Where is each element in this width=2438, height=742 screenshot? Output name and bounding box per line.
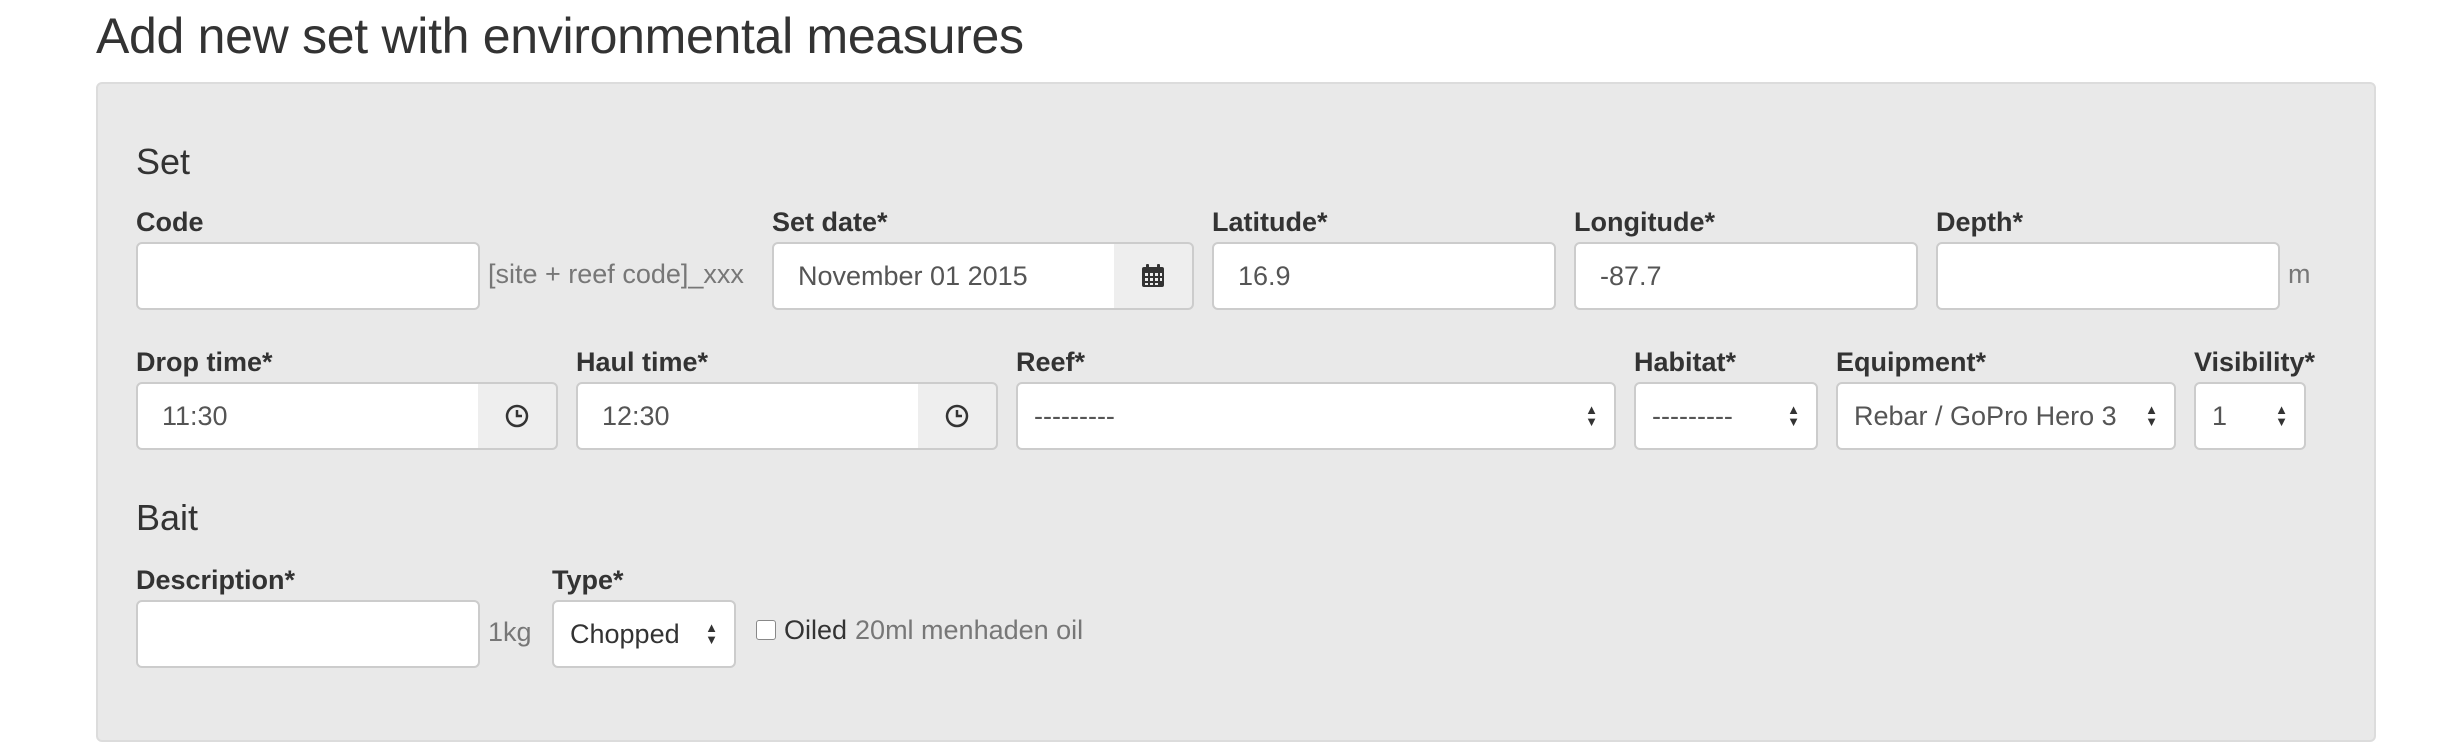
drop-time-label: Drop time*	[136, 347, 273, 377]
equipment-selected-value: Rebar / GoPro Hero 3	[1854, 400, 2117, 431]
latitude-label: Latitude*	[1212, 207, 1328, 237]
oiled-help-text: 20ml menhaden oil	[855, 615, 1084, 645]
visibility-select[interactable]: 1 ▲ ▼	[2194, 382, 2306, 450]
equipment-select[interactable]: Rebar / GoPro Hero 3 ▲ ▼	[1836, 382, 2176, 450]
page-title: Add new set with environmental measures	[96, 8, 1024, 64]
haul-time-picker-button[interactable]	[918, 382, 998, 450]
clock-icon	[505, 404, 529, 428]
select-arrows-icon: ▲ ▼	[1585, 402, 1598, 429]
code-input[interactable]	[136, 242, 480, 310]
drop-time-input[interactable]: 11:30	[136, 382, 480, 450]
clock-icon	[945, 404, 969, 428]
set-date-input[interactable]: November 01 2015	[772, 242, 1116, 310]
reef-label: Reef*	[1016, 347, 1086, 377]
type-label: Type*	[552, 565, 624, 595]
set-date-label: Set date*	[772, 207, 888, 237]
select-arrows-icon: ▲ ▼	[2275, 402, 2288, 429]
code-help-text: [site + reef code]_xxx	[488, 259, 744, 289]
habitat-selected-value: ---------	[1652, 400, 1733, 431]
select-arrows-icon: ▲ ▼	[705, 620, 718, 647]
oiled-checkbox[interactable]	[756, 620, 776, 640]
description-unit: 1kg	[488, 617, 532, 647]
oiled-checkbox-group[interactable]: Oiled 20ml menhaden oil	[756, 614, 1083, 646]
haul-time-input[interactable]: 12:30	[576, 382, 920, 450]
code-label: Code	[136, 207, 204, 237]
reef-select[interactable]: --------- ▲ ▼	[1016, 382, 1616, 450]
depth-input[interactable]	[1936, 242, 2280, 310]
select-arrows-icon: ▲ ▼	[2145, 402, 2158, 429]
latitude-input[interactable]: 16.9	[1212, 242, 1556, 310]
longitude-input[interactable]: -87.7	[1574, 242, 1918, 310]
visibility-label: Visibility*	[2194, 347, 2316, 377]
type-select[interactable]: Chopped ▲ ▼	[552, 600, 736, 668]
equipment-label: Equipment*	[1836, 347, 1987, 377]
habitat-select[interactable]: --------- ▲ ▼	[1634, 382, 1818, 450]
select-arrows-icon: ▲ ▼	[1787, 402, 1800, 429]
description-label: Description*	[136, 565, 296, 595]
type-selected-value: Chopped	[570, 618, 680, 649]
set-section-heading: Set	[136, 141, 191, 182]
reef-selected-value: ---------	[1034, 400, 1115, 431]
depth-label: Depth*	[1936, 207, 2023, 237]
depth-unit: m	[2288, 259, 2311, 289]
haul-time-label: Haul time*	[576, 347, 709, 377]
habitat-label: Habitat*	[1634, 347, 1737, 377]
set-date-picker-button[interactable]	[1114, 242, 1194, 310]
drop-time-picker-button[interactable]	[478, 382, 558, 450]
description-input[interactable]	[136, 600, 480, 668]
longitude-label: Longitude*	[1574, 207, 1715, 237]
visibility-selected-value: 1	[2212, 400, 2228, 431]
calendar-icon	[1142, 264, 1164, 287]
bait-section-heading: Bait	[136, 497, 199, 538]
oiled-label: Oiled	[784, 614, 848, 645]
